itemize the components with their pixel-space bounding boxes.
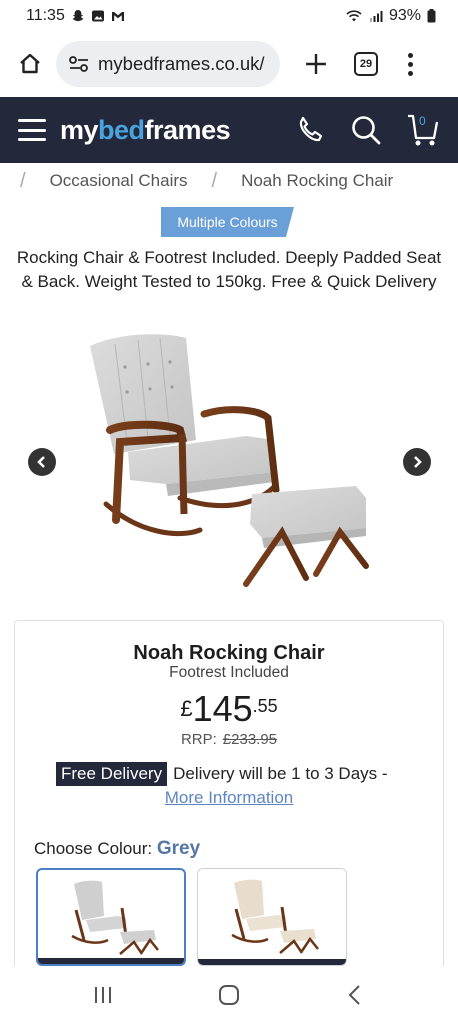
- signal-icon: [369, 11, 383, 22]
- rrp-value: £233.95: [222, 731, 278, 748]
- delivery-info: Free Delivery Delivery will be 1 to 3 Da…: [56, 761, 388, 787]
- swatch-cream-bar: [198, 959, 346, 965]
- logo-part-frames: frames: [144, 114, 231, 145]
- product-name: Noah Rocking Chair: [133, 642, 325, 664]
- choose-colour-text: Choose Colour:: [34, 839, 153, 858]
- phone-icon[interactable]: [294, 114, 326, 146]
- breadcrumb-item-occasional-chairs[interactable]: Occasional Chairs: [50, 171, 188, 191]
- choose-colour-label: Choose Colour: Grey: [34, 838, 200, 860]
- logo-part-my: my: [60, 114, 99, 145]
- tabs-button[interactable]: 29: [354, 52, 378, 76]
- hamburger-icon[interactable]: [18, 119, 46, 141]
- colour-swatch-cream[interactable]: [197, 868, 347, 966]
- more-vert-icon[interactable]: [406, 52, 414, 76]
- new-tab-button[interactable]: [298, 46, 334, 82]
- site-settings-icon[interactable]: [68, 54, 90, 74]
- selected-colour: Grey: [156, 838, 201, 859]
- header-icons: 0: [294, 112, 440, 148]
- recent-apps-icon[interactable]: [92, 985, 114, 1005]
- address-bar[interactable]: mybedframes.co.uk/: [56, 41, 280, 87]
- chevron-right-icon: [414, 456, 422, 468]
- battery-percent: 93%: [388, 7, 421, 24]
- wifi-icon: [346, 10, 362, 22]
- price-currency: £: [180, 696, 193, 721]
- colour-swatch-grey[interactable]: [36, 868, 186, 966]
- breadcrumb-separator: /: [211, 169, 218, 192]
- home-nav-icon[interactable]: [218, 984, 240, 1006]
- product-summary: Rocking Chair & Footrest Included. Deepl…: [16, 248, 442, 291]
- site-header: mybedframes 0: [0, 97, 458, 163]
- breadcrumb-item-current[interactable]: Noah Rocking Chair: [241, 171, 393, 191]
- price: £145.55: [0, 688, 458, 730]
- snapchat-icon: [72, 10, 84, 22]
- status-right: 93%: [345, 7, 436, 25]
- tab-count: 29: [359, 58, 373, 70]
- price-main: 145: [192, 688, 253, 729]
- delivery-text: Delivery will be 1 to 3 Days -: [173, 764, 388, 783]
- multiple-colours-badge: Multiple Colours: [161, 207, 294, 237]
- carousel-next-button[interactable]: [403, 448, 431, 476]
- status-left: 11:35: [26, 7, 125, 25]
- clock: 11:35: [26, 7, 65, 24]
- cart-count: 0: [419, 114, 426, 128]
- product-image[interactable]: [70, 322, 390, 604]
- url-text: mybedframes.co.uk/: [98, 53, 265, 74]
- home-button[interactable]: [14, 48, 46, 80]
- more-information-label[interactable]: More Information: [165, 788, 294, 807]
- chevron-left-icon: [37, 456, 45, 468]
- breadcrumb: / Occasional Chairs / Noah Rocking Chair: [0, 166, 458, 196]
- back-icon[interactable]: [344, 984, 366, 1006]
- plus-icon: [306, 54, 326, 74]
- breadcrumb-separator: /: [20, 169, 26, 192]
- site-logo[interactable]: mybedframes: [60, 114, 231, 146]
- status-bar: 11:35 93%: [0, 0, 458, 32]
- product-subtitle: Footrest Included: [169, 664, 289, 681]
- swatch-cream-image: [231, 879, 319, 954]
- rrp: RRP: £233.95: [0, 731, 458, 748]
- system-nav-bar: [0, 966, 458, 1024]
- price-decimal: .55: [252, 696, 278, 716]
- more-information-link[interactable]: More Information: [0, 788, 458, 808]
- free-delivery-badge: Free Delivery: [56, 762, 168, 786]
- logo-part-bed: bed: [98, 114, 145, 145]
- gmail-icon: [111, 12, 124, 21]
- home-icon: [20, 53, 40, 74]
- browser-toolbar: mybedframes.co.uk/ 29: [0, 32, 458, 96]
- swatch-grey-image: [71, 880, 159, 955]
- gallery-icon: [91, 10, 104, 22]
- search-icon[interactable]: [350, 114, 382, 146]
- carousel-prev-button[interactable]: [28, 448, 56, 476]
- rrp-label: RRP:: [180, 731, 217, 748]
- battery-icon: [427, 9, 436, 23]
- cart-button[interactable]: 0: [406, 112, 440, 148]
- swatch-grey-bar: [38, 958, 184, 964]
